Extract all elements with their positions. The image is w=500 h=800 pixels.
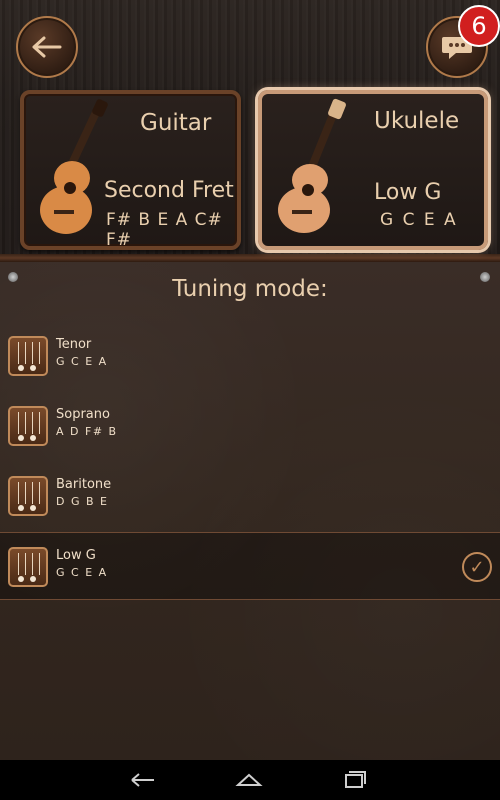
instrument-notes: F# B E A C# F# — [106, 210, 223, 250]
checkmark-icon: ✓ — [462, 552, 492, 582]
tuning-mode-name: Soprano — [56, 407, 110, 422]
tuning-mode-notes: G C E A — [56, 355, 108, 368]
system-nav-bar — [0, 760, 500, 800]
tuning-mode-title: Tuning mode: — [172, 276, 328, 302]
tuning-mode-row[interactable]: Tenor G C E A — [0, 322, 500, 388]
instrument-subtitle: Second Fret — [104, 178, 234, 203]
instrument-subtitle: Low G — [374, 180, 442, 205]
guitar-image-icon — [40, 99, 108, 234]
tuning-mode-row[interactable]: Soprano A D F# B — [0, 392, 500, 458]
instrument-card-guitar[interactable]: Guitar Second Fret F# B E A C# F# — [20, 90, 241, 250]
nav-back-icon[interactable] — [128, 768, 158, 792]
arrow-left-icon — [32, 36, 62, 58]
tuning-mode-row-selected[interactable]: Low G G C E A ✓ — [0, 532, 500, 600]
ukulele-image-icon — [278, 98, 346, 233]
tuning-mode-notes: D G B E — [56, 495, 109, 508]
back-button[interactable] — [16, 16, 78, 78]
instrument-card-ukulele[interactable]: Ukulele Low G G C E A — [258, 90, 488, 250]
fretboard-icon — [8, 547, 48, 587]
tuning-mode-name: Tenor — [56, 337, 92, 352]
chat-badge: 6 — [458, 5, 500, 47]
fretboard-icon — [8, 406, 48, 446]
instrument-title: Ukulele — [374, 108, 460, 134]
instrument-title: Guitar — [140, 110, 212, 136]
nav-home-icon[interactable] — [234, 768, 264, 792]
tuning-mode-name: Baritone — [56, 477, 112, 492]
nav-recents-icon[interactable] — [340, 768, 370, 792]
fretboard-icon — [8, 476, 48, 516]
tuning-mode-notes: A D F# B — [56, 425, 118, 438]
tuning-mode-row[interactable]: Baritone D G B E — [0, 462, 500, 528]
fretboard-icon — [8, 336, 48, 376]
tuning-mode-name: Low G — [56, 548, 96, 563]
tuning-mode-notes: G C E A — [56, 566, 108, 579]
instrument-notes: G C E A — [380, 210, 458, 230]
